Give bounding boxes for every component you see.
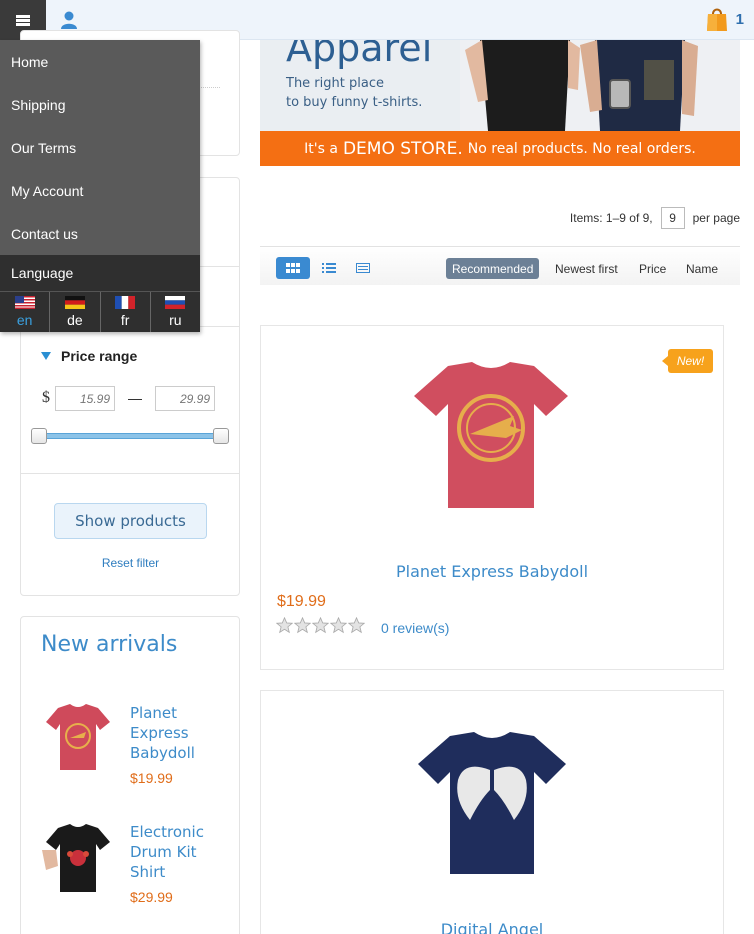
language-option-en[interactable]: en (0, 292, 51, 332)
menu-item-home[interactable]: Home (0, 40, 200, 83)
new-arrival-name-link[interactable]: Planet Express Babydoll (130, 703, 230, 763)
range-dash (128, 399, 142, 400)
reset-filter-link[interactable]: Reset filter (54, 556, 207, 570)
french-flag-icon (115, 296, 136, 309)
sort-bar: Recommended Newest first Price Name (260, 246, 740, 285)
us-flag-icon (14, 296, 35, 309)
banner-title: Apparel (286, 40, 433, 70)
items-count-text: Items: 1–9 of 9, (569, 211, 653, 225)
collapse-triangle-icon[interactable] (41, 352, 51, 360)
product-image[interactable] (410, 360, 572, 512)
price-range-title[interactable]: Price range (61, 348, 137, 364)
per-page-input[interactable]: 9 (660, 207, 685, 229)
language-code: fr (120, 312, 130, 328)
star-icon (276, 617, 293, 634)
menu-item-our-terms[interactable]: Our Terms (0, 126, 200, 169)
strip-text-post: No real products. No real orders. (467, 140, 696, 157)
hamburger-icon (16, 14, 30, 26)
table-icon (356, 263, 370, 273)
cart-button[interactable]: 1 (706, 6, 744, 32)
language-option-ru[interactable]: ru (151, 292, 200, 332)
list-icon (322, 263, 336, 273)
sort-price[interactable]: Price (633, 258, 672, 279)
grid-icon (286, 263, 300, 273)
list-view-button[interactable] (312, 257, 346, 279)
star-icon (348, 617, 365, 634)
star-icon (294, 617, 311, 634)
german-flag-icon (64, 296, 85, 309)
user-icon[interactable] (58, 9, 80, 31)
navigation-menu: Home Shipping Our Terms My Account Conta… (0, 40, 200, 332)
grid-view-button[interactable] (276, 257, 310, 279)
product-name-link[interactable]: Digital Angel (261, 920, 723, 934)
new-arrival-price: $29.99 (130, 889, 173, 905)
banner-models-image (460, 40, 740, 131)
language-label: Language (0, 255, 200, 291)
strip-text-pre: It's a (304, 140, 338, 157)
demo-store-strip: It's a DEMO STORE. No real products. No … (260, 131, 740, 166)
new-arrival-name-link[interactable]: Electronic Drum Kit Shirt (130, 822, 230, 882)
language-switcher: en de fr ru (0, 291, 200, 332)
reviews-link[interactable]: 0 review(s) (381, 620, 449, 636)
rating-stars[interactable] (276, 617, 365, 634)
price-slider-track[interactable] (40, 433, 222, 439)
sort-recommended[interactable]: Recommended (446, 258, 540, 279)
banner-subtitle-line: The right place (286, 76, 384, 91)
currency-symbol: $ (42, 389, 50, 406)
language-option-de[interactable]: de (50, 292, 101, 332)
star-icon (312, 617, 329, 634)
new-arrivals-title: New arrivals (41, 632, 178, 657)
per-page-label: per page (692, 211, 740, 225)
new-arrival-price: $19.99 (130, 770, 173, 786)
price-slider-max-handle[interactable] (213, 428, 229, 444)
price-slider-min-handle[interactable] (31, 428, 47, 444)
page: 1 Apparel The right place to buy funny t… (0, 0, 754, 934)
show-products-button[interactable]: Show products (54, 503, 207, 539)
russian-flag-icon (165, 296, 186, 309)
product-thumbnail[interactable] (40, 700, 116, 776)
shopping-bag-icon (706, 8, 727, 31)
menu-item-contact-us[interactable]: Contact us (0, 212, 200, 255)
promo-banner[interactable]: Apparel The right place to buy funny t-s… (260, 40, 740, 131)
menu-item-my-account[interactable]: My Account (0, 169, 200, 212)
items-per-page: Items: 1–9 of 9, 9 per page (570, 207, 740, 229)
language-code: ru (169, 312, 182, 328)
product-name-link[interactable]: Planet Express Babydoll (261, 562, 723, 581)
language-option-fr[interactable]: fr (101, 292, 151, 332)
strip-text-bold: DEMO STORE. (342, 138, 463, 159)
language-code: en (16, 312, 33, 328)
sort-name[interactable]: Name (680, 258, 724, 279)
language-code: de (67, 312, 83, 328)
star-icon (330, 617, 347, 634)
price-min-input[interactable] (55, 386, 115, 411)
new-badge: New! (662, 349, 713, 373)
banner-subtitle: The right place to buy funny t-shirts. (286, 74, 422, 112)
product-price: $19.99 (277, 593, 326, 610)
cart-count: 1 (735, 10, 744, 28)
table-view-button[interactable] (346, 257, 380, 279)
product-thumbnail[interactable] (40, 820, 116, 896)
banner-subtitle-line: to buy funny t-shirts. (286, 95, 423, 110)
product-image[interactable] (414, 730, 570, 878)
menu-item-shipping[interactable]: Shipping (0, 83, 200, 126)
filter-divider (21, 473, 239, 474)
sort-newest-first[interactable]: Newest first (549, 258, 624, 279)
price-max-input[interactable] (155, 386, 215, 411)
